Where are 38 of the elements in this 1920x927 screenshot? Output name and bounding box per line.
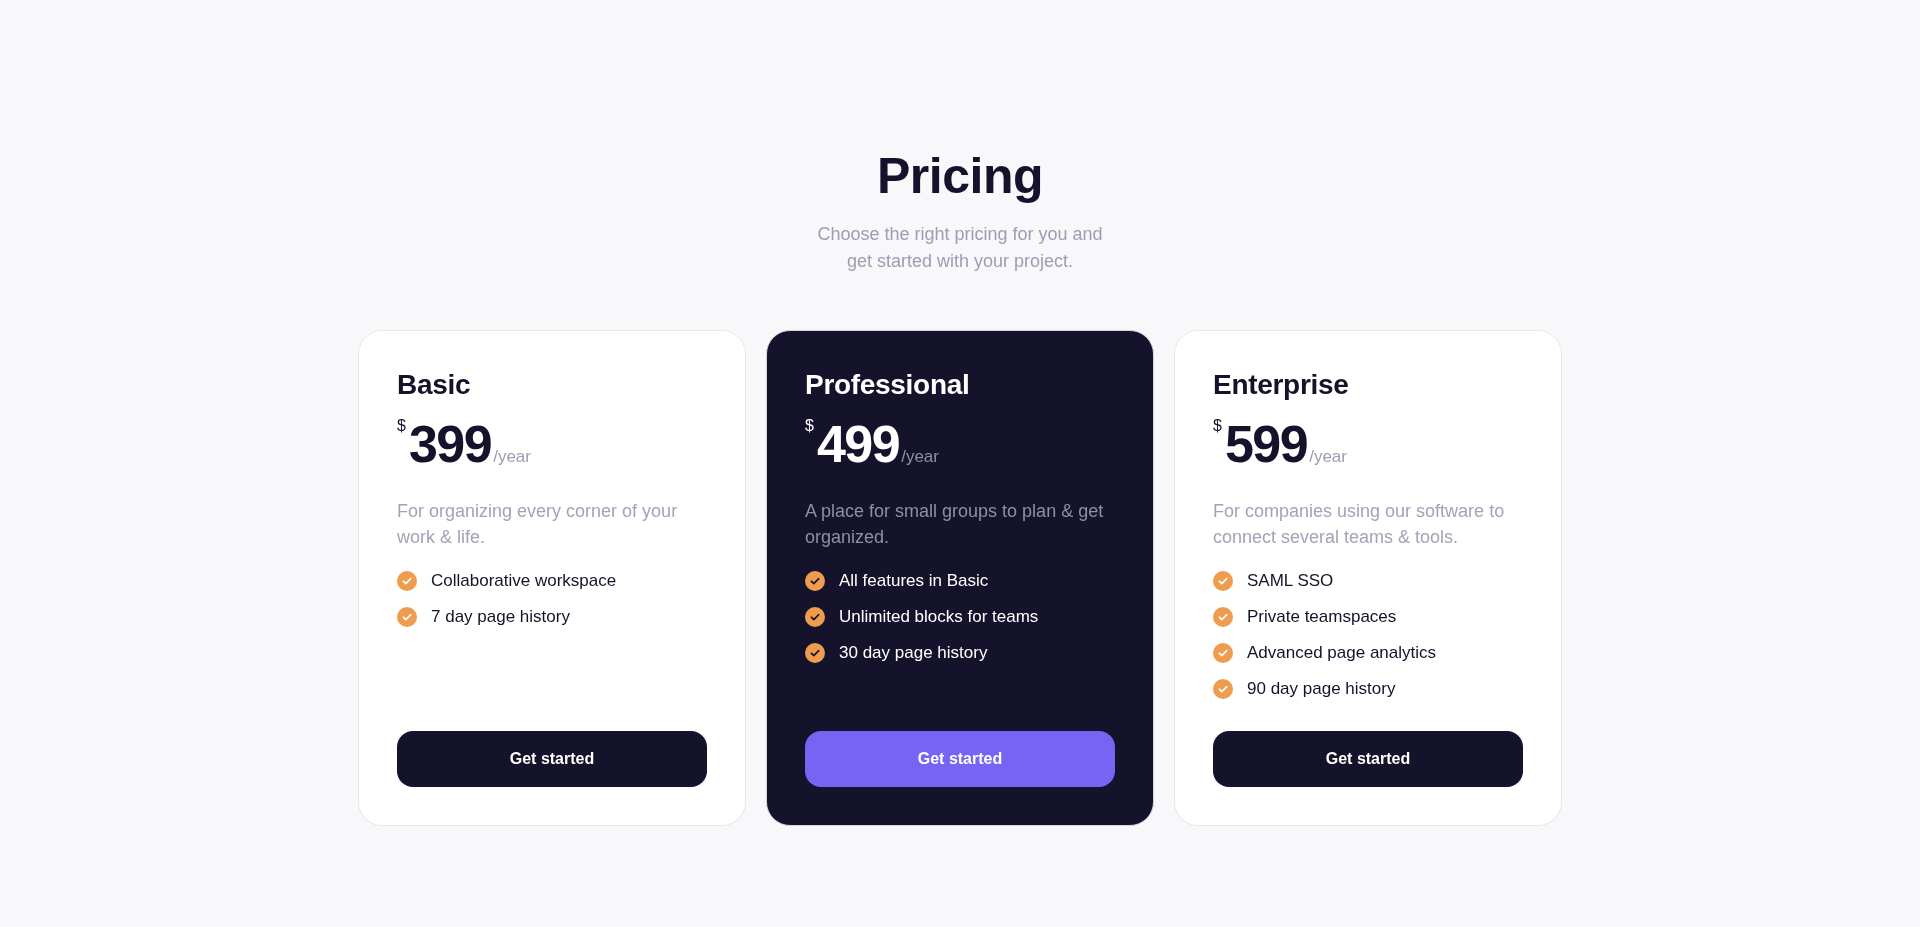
check-icon — [1213, 607, 1233, 627]
plan-name: Professional — [805, 368, 971, 402]
check-icon — [1213, 571, 1233, 591]
check-icon — [805, 607, 825, 627]
billing-period: /year — [1309, 448, 1347, 465]
price-amount: 499 — [816, 418, 900, 470]
plan-name: Basic — [397, 368, 472, 402]
feature-text: 30 day page history — [839, 642, 988, 664]
billing-period: /year — [493, 448, 531, 465]
check-icon — [1213, 643, 1233, 663]
feature-text: SAML SSO — [1247, 570, 1334, 592]
feature-text: All features in Basic — [839, 570, 989, 592]
price-amount: 599 — [1224, 418, 1308, 470]
page-title: Pricing — [877, 151, 1043, 201]
price-amount: 399 — [408, 418, 492, 470]
currency-symbol: $ — [397, 418, 406, 434]
plan-description: For companies using our software to connect several teams & tools. — [1213, 500, 1506, 549]
get-started-button[interactable]: Get started — [397, 731, 707, 787]
feature-text: Advanced page analytics — [1247, 642, 1437, 664]
plan-name: Enterprise — [1213, 368, 1350, 402]
feature-text: Collaborative workspace — [431, 570, 617, 592]
check-icon — [397, 607, 417, 627]
get-started-button[interactable]: Get started — [1213, 731, 1523, 787]
feature-text: 90 day page history — [1247, 678, 1396, 700]
page-subtitle: Choose the right pricing for you and get started with your project. — [816, 223, 1104, 273]
check-icon — [805, 643, 825, 663]
check-icon — [1213, 679, 1233, 699]
currency-symbol: $ — [805, 418, 814, 434]
billing-period: /year — [901, 448, 939, 465]
plan-description: A place for small groups to plan & get organized. — [805, 500, 1105, 549]
check-icon — [397, 571, 417, 591]
check-icon — [805, 571, 825, 591]
feature-text: Unlimited blocks for teams — [839, 606, 1039, 628]
feature-text: Private teamspaces — [1247, 606, 1397, 628]
feature-text: 7 day page history — [431, 606, 570, 628]
plan-description: For organizing every corner of your work & life. — [397, 500, 679, 549]
get-started-button[interactable]: Get started — [805, 731, 1115, 787]
currency-symbol: $ — [1213, 418, 1222, 434]
